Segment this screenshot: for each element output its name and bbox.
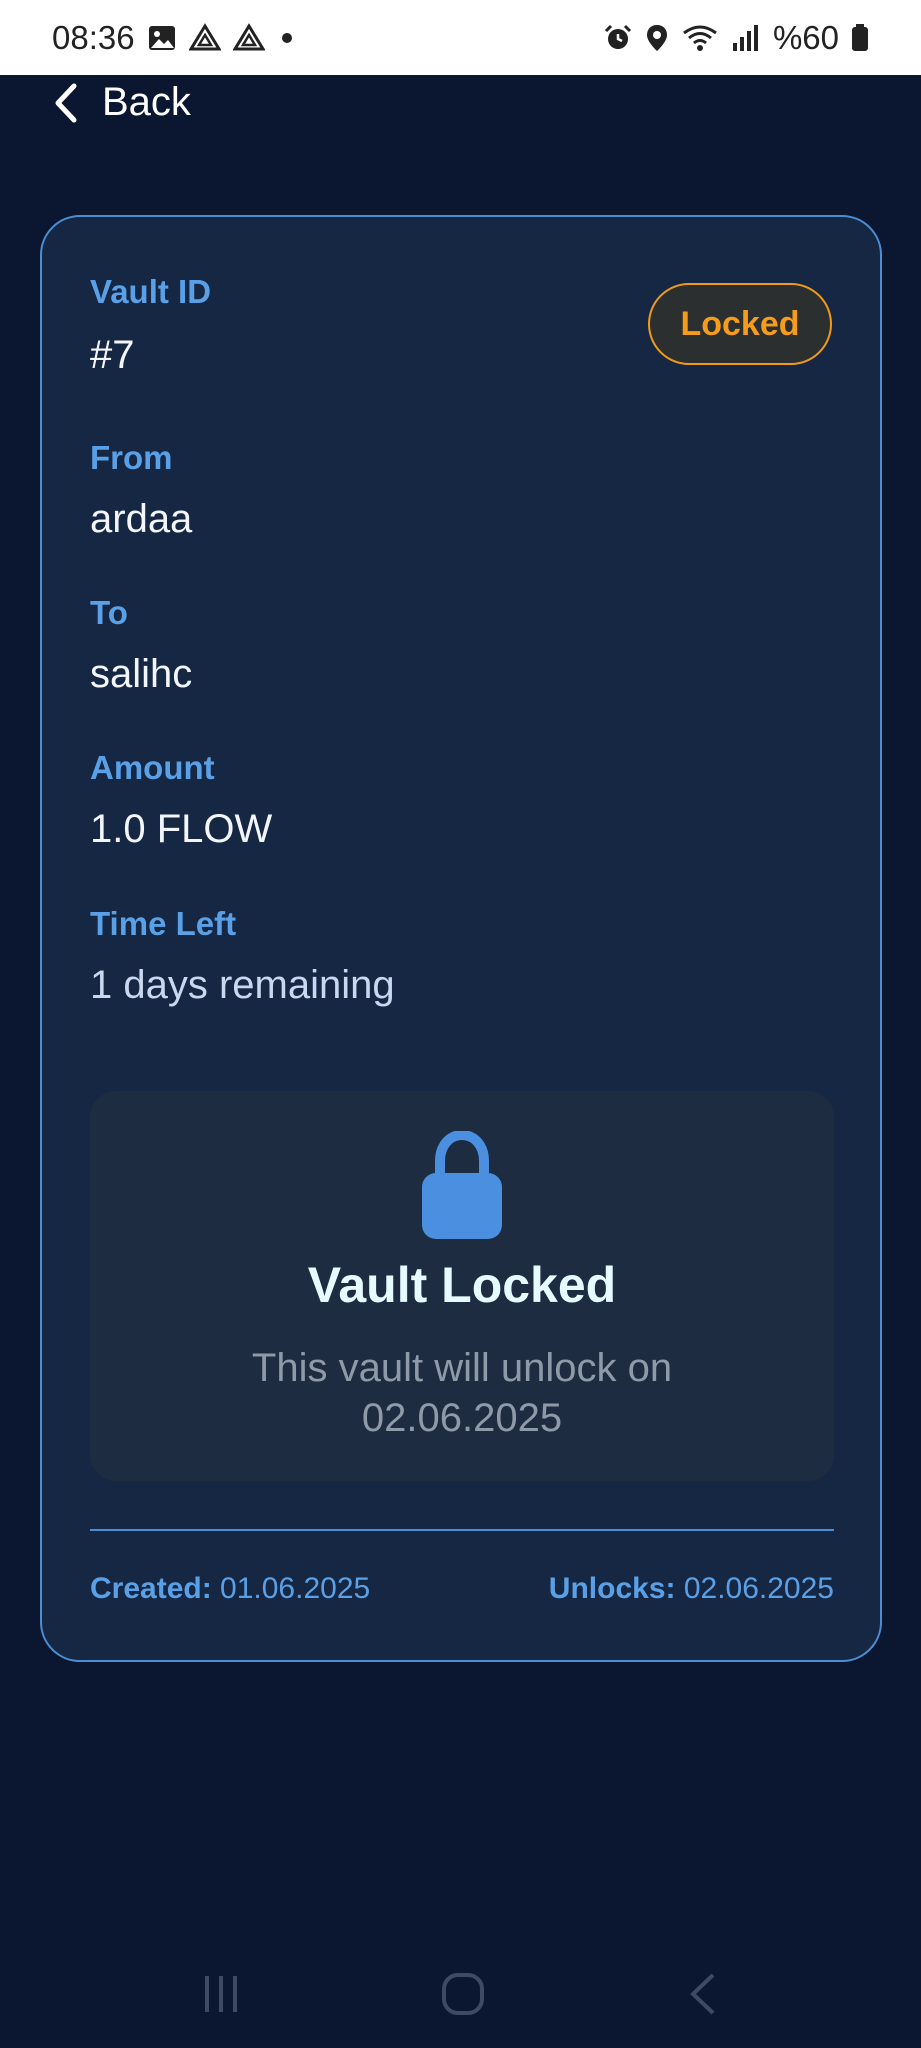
recent-apps-icon[interactable]	[199, 1972, 243, 2016]
vault-id-label: Vault ID	[90, 273, 212, 310]
lock-message: This vault will unlock on 02.06.2025	[90, 1343, 834, 1443]
wifi-icon	[681, 23, 719, 53]
time-left-value: 1 days remaining	[90, 963, 395, 1007]
status-right: %60	[603, 19, 869, 57]
alarm-icon	[603, 23, 633, 53]
drive-icon	[232, 22, 265, 53]
signal-icon	[731, 23, 761, 53]
status-badge: Locked	[648, 283, 832, 365]
unlocks-value: 02.06.2025	[683, 1572, 834, 1605]
lock-message-line2: 02.06.2025	[361, 1396, 563, 1440]
battery-percent: %60	[772, 18, 839, 56]
from-label: From	[90, 439, 173, 476]
dot-icon	[277, 28, 297, 48]
status-left: 08:36	[52, 19, 297, 57]
status-time: 08:36	[52, 18, 135, 56]
back-label: Back	[102, 80, 191, 124]
card-footer: Created: 01.06.2025 Unlocks: 02.06.2025	[90, 1572, 834, 1606]
created-label: Created:	[90, 1572, 212, 1605]
to-label: To	[90, 594, 128, 631]
back-button[interactable]: Back	[52, 80, 191, 125]
lock-icon	[420, 1129, 504, 1246]
from-value: ardaa	[90, 497, 193, 541]
lock-message-line1: This vault will unlock on	[251, 1346, 673, 1390]
time-left-label: Time Left	[90, 905, 237, 942]
lock-title: Vault Locked	[307, 1257, 617, 1313]
to-value: salihc	[90, 652, 193, 696]
unlocks-info: Unlocks: 02.06.2025	[549, 1572, 834, 1606]
battery-icon	[851, 23, 869, 53]
vault-card: Vault ID #7 Locked From ardaa To salihc …	[40, 215, 882, 1662]
back-nav-icon[interactable]	[683, 1971, 723, 2017]
divider	[90, 1529, 834, 1531]
drive-icon	[188, 22, 221, 53]
home-icon[interactable]	[440, 1971, 486, 2017]
created-info: Created: 01.06.2025	[90, 1572, 370, 1606]
amount-value: 1.0 FLOW	[90, 807, 273, 851]
unlocks-label: Unlocks:	[548, 1572, 676, 1605]
status-bar: 08:36 %60	[0, 0, 921, 75]
amount-label: Amount	[90, 749, 215, 786]
image-icon	[147, 23, 177, 53]
chevron-left-icon	[52, 82, 80, 124]
vault-locked-panel: Vault Locked This vault will unlock on 0…	[90, 1091, 834, 1481]
location-icon	[645, 23, 669, 53]
created-value: 01.06.2025	[220, 1572, 371, 1605]
system-nav-bar	[0, 1940, 921, 2048]
vault-id-value: #7	[90, 333, 135, 377]
